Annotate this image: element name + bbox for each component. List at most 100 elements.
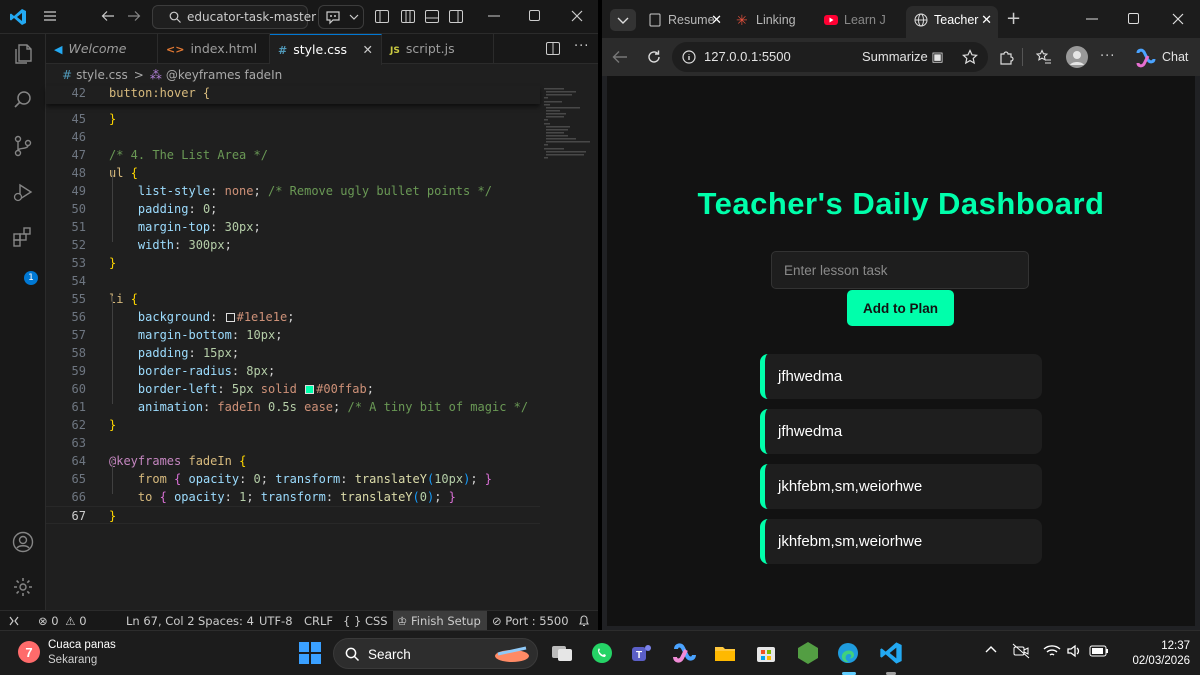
tab-script-js[interactable]: JS script.js [382,34,494,64]
code-line[interactable]: 50 padding: 0; [46,200,540,218]
browser-tab-learn[interactable]: Learn J [816,6,904,34]
weather-widget-icon[interactable]: 7 [16,639,40,663]
breadcrumb-symbol[interactable]: @keyframes fadeIn [166,68,282,82]
back-arrow-icon[interactable] [612,50,628,64]
maximize-icon[interactable] [1128,13,1139,24]
start-windows-icon[interactable] [298,641,322,665]
tab-actions-chevron-icon[interactable] [610,9,636,31]
more-actions-icon[interactable]: ··· [574,39,589,54]
code-line[interactable]: 46 [46,128,540,146]
sticky-scroll-line[interactable]: 42 button:hover { [46,86,540,104]
wifi-icon[interactable] [1043,643,1067,667]
address-bar[interactable]: 127.0.0.1:5500 Summarize ▣ [672,42,988,72]
copilot-icon[interactable] [1134,47,1156,69]
task-item[interactable]: jfhwedma [760,354,1042,399]
code-editor[interactable]: 42 button:hover { 45} 46 47 /* 4. The List … [46,86,598,610]
code-line[interactable]: 56 background: #1e1e1e; [46,308,540,326]
toggle-panel-icon[interactable] [401,10,415,23]
edge-browser-icon[interactable] [836,641,860,665]
code-line[interactable]: 58 padding: 15px; [46,344,540,362]
reload-icon[interactable] [646,49,662,65]
code-line[interactable]: 53} [46,254,540,272]
code-line[interactable]: 51 margin-top: 30px; [46,218,540,236]
code-line[interactable]: 59 border-radius: 8px; [46,362,540,380]
code-line[interactable]: 55 li { [46,290,540,308]
problems-indicator[interactable]: ⊗ 0 ⚠ 0 [38,611,87,630]
code-line[interactable]: 57 margin-bottom: 10px; [46,326,540,344]
code-line[interactable]: 63 [46,434,540,452]
search-sidebar-icon[interactable] [11,88,35,112]
taskbar-search[interactable]: Search [333,638,538,669]
code-line[interactable]: 47 /* 4. The List Area */ [46,146,540,164]
source-control-icon[interactable] [11,134,35,158]
browser-tab-teacher[interactable]: Teacher ✕ [906,6,998,38]
toggle-bottom-panel-icon[interactable] [425,10,439,23]
settings-gear-icon[interactable] [11,575,35,599]
profile-avatar[interactable] [1066,46,1088,68]
battery-icon[interactable] [1089,644,1113,668]
more-menu-icon[interactable]: ··· [1100,50,1115,63]
tab-welcome[interactable]: ◀ Welcome [46,34,158,64]
code-line[interactable]: 66 to { opacity: 1; transform: translate… [46,488,540,506]
favorite-star-icon[interactable] [962,49,978,65]
code-line[interactable]: 52 width: 300px; [46,236,540,254]
extensions-puzzle-icon[interactable] [998,49,1014,65]
code-line[interactable]: 48 ul { [46,164,540,182]
minimize-icon[interactable] [488,15,500,17]
close-tab-icon[interactable]: ✕ [363,35,373,65]
weather-title[interactable]: Cuaca panas [48,638,116,653]
chat-label[interactable]: Chat [1162,50,1188,64]
tab-style-css[interactable]: # style.css ✕ [270,34,382,65]
system-clock[interactable]: 12:37 02/03/2026 [1122,639,1190,669]
extensions-icon[interactable] [11,225,35,249]
browser-tab-linking[interactable]: ✳ Linking [728,6,816,34]
copilot-button[interactable] [318,5,364,29]
volume-icon[interactable] [1066,643,1090,667]
explorer-icon[interactable] [11,42,35,66]
code-line[interactable]: 49 list-style: none; /* Remove ugly bull… [46,182,540,200]
task-item[interactable]: jkhfebm,sm,weiorhwe [760,519,1042,564]
chevron-up-icon[interactable] [984,643,1008,667]
live-server-port[interactable]: ⊘ Port : 5500 [492,611,569,630]
new-tab-plus-icon[interactable]: + [1006,10,1021,28]
minimap[interactable] [540,86,598,186]
code-line[interactable]: 54 [46,272,540,290]
summarize-button[interactable]: Summarize ▣ [862,49,944,65]
close-icon[interactable] [571,10,583,22]
toggle-secondary-sidebar-icon[interactable] [449,10,463,23]
vscode-taskbar-icon[interactable] [879,641,903,665]
remote-icon[interactable] [8,611,20,630]
menu-icon[interactable] [43,10,57,22]
close-icon[interactable] [1172,13,1184,25]
color-swatch[interactable] [305,385,315,394]
add-to-plan-button[interactable]: Add to Plan [847,290,954,326]
browser-tab-resume[interactable]: Resume ✕ [640,6,728,34]
teams-icon[interactable]: T [630,641,654,665]
notifications-bell-icon[interactable] [578,611,590,630]
encoding[interactable]: UTF-8 [259,611,293,630]
back-arrow-icon[interactable] [101,10,115,22]
split-editor-icon[interactable] [546,42,560,55]
minimize-icon[interactable] [1086,18,1098,20]
code-line[interactable]: 45} [46,110,540,128]
file-explorer-icon[interactable] [713,641,737,665]
close-tab-icon[interactable]: ✕ [711,6,722,34]
task-view-icon[interactable] [550,641,574,665]
camera-off-icon[interactable] [1012,643,1036,667]
finish-setup-button[interactable]: ♔ Finish Setup [393,611,487,630]
color-swatch[interactable] [225,313,235,322]
code-line[interactable]: 62} [46,416,540,434]
code-line[interactable]: 60 border-left: 5px solid #00ffab; [46,380,540,398]
task-item[interactable]: jkhfebm,sm,weiorhwe [760,464,1042,509]
code-line[interactable]: 67} [46,506,540,524]
nodejs-icon[interactable] [796,641,820,665]
close-tab-icon[interactable]: ✕ [981,6,992,34]
microsoft-store-icon[interactable] [754,641,778,665]
run-debug-icon[interactable] [11,180,35,204]
task-item[interactable]: jfhwedma [760,409,1042,454]
info-icon[interactable] [682,50,696,64]
copilot-app-icon[interactable] [672,641,696,665]
code-line[interactable]: 64 @keyframes fadeIn { [46,452,540,470]
language-mode[interactable]: { } CSS [343,611,388,630]
toggle-primary-sidebar-icon[interactable] [375,10,389,23]
